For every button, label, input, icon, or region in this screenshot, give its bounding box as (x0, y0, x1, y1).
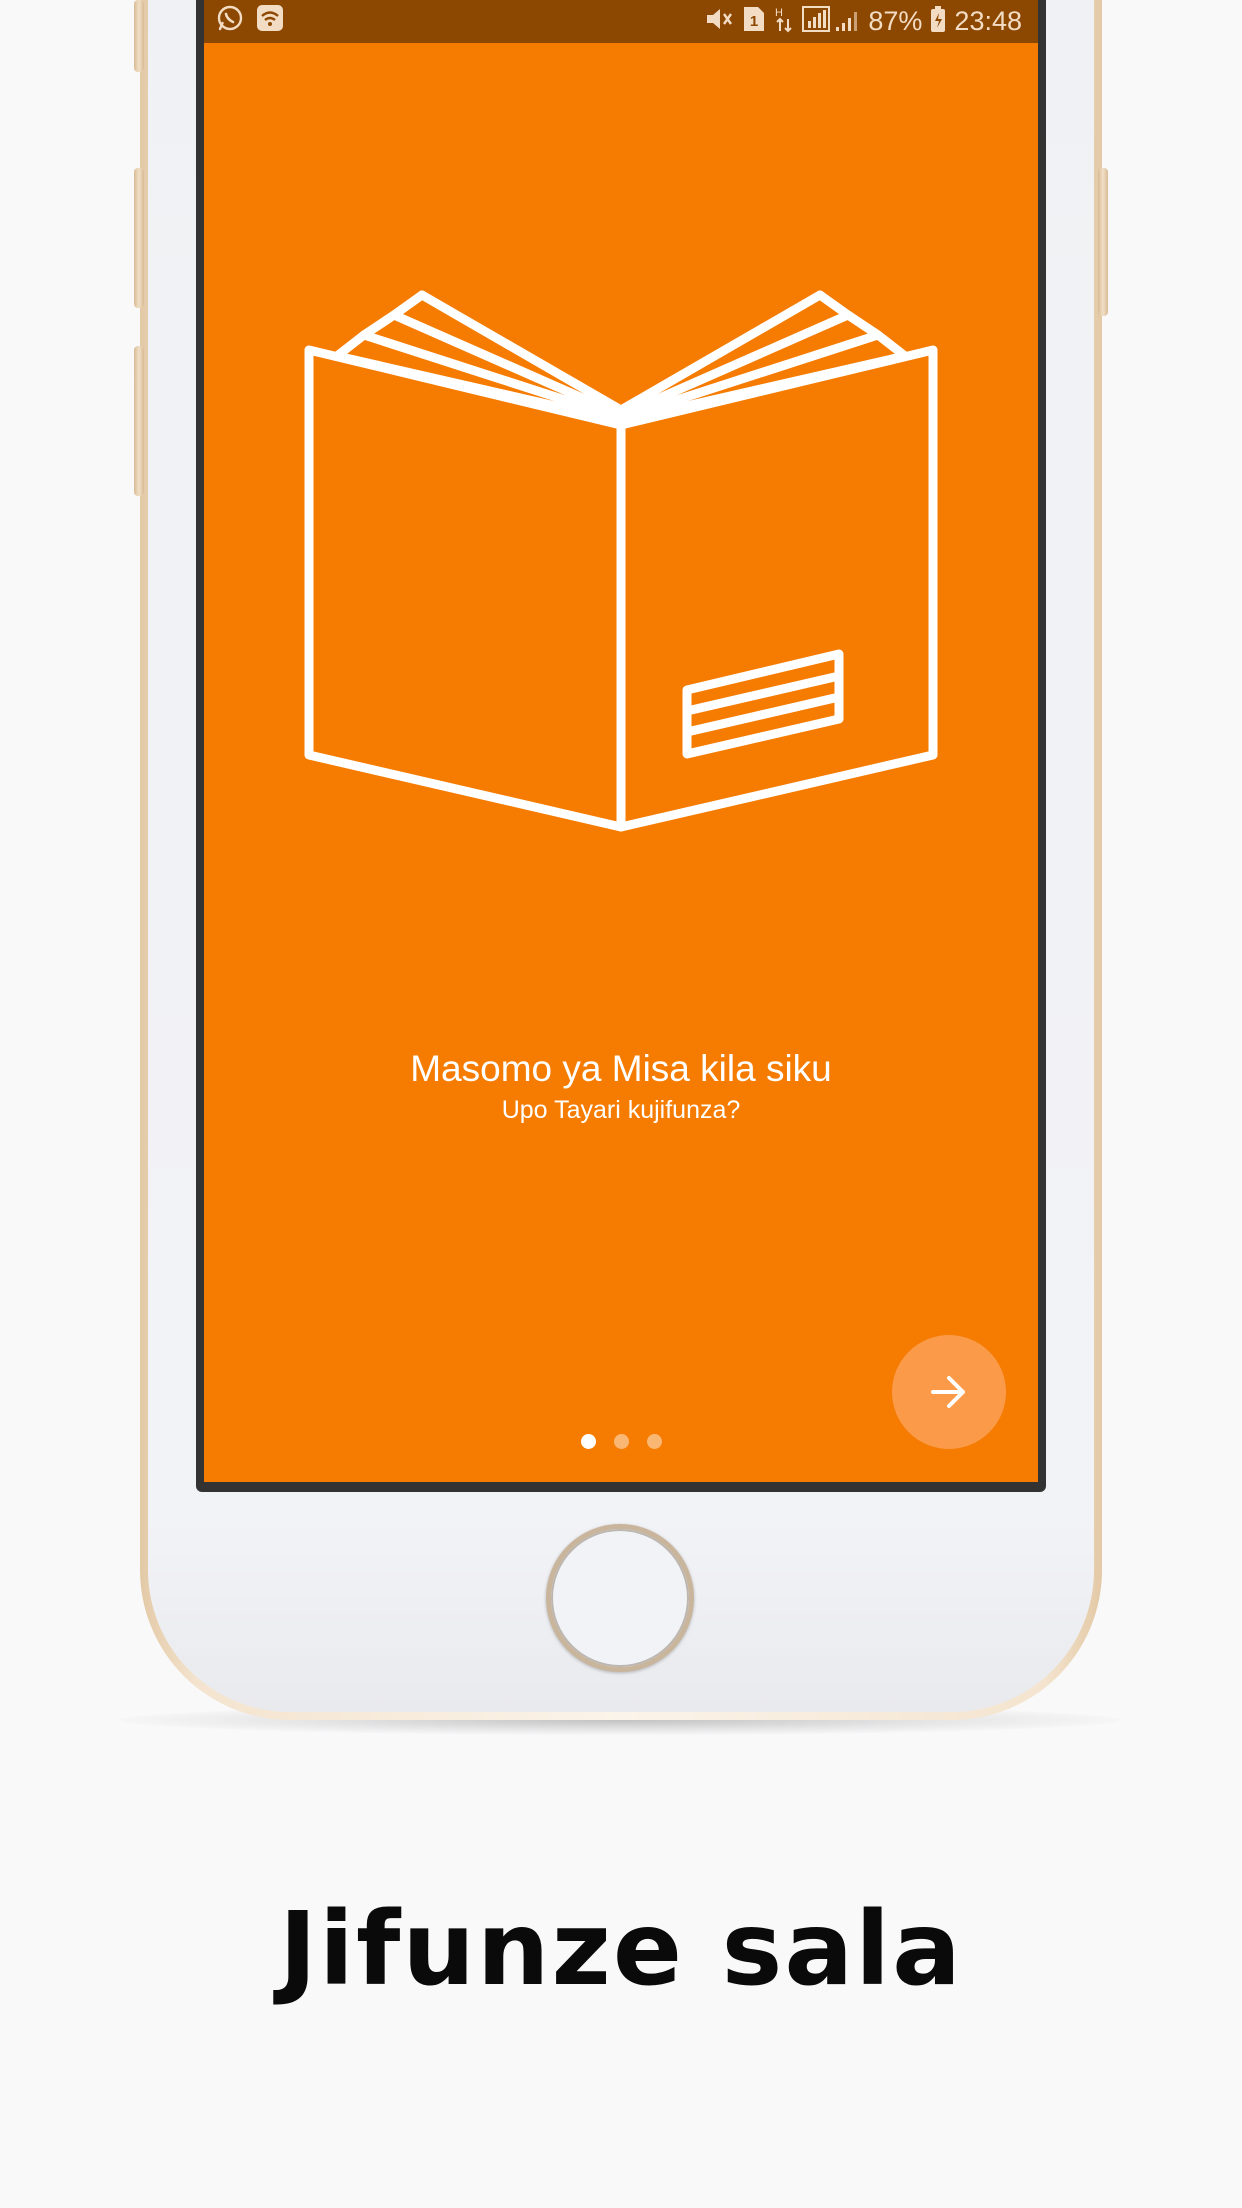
battery-percent: 87% (868, 6, 923, 36)
wifi-notification-icon (256, 4, 284, 39)
promo-caption: Jifunze sala (279, 1890, 963, 2009)
onboarding-text: Masomo ya Misa kila siku Upo Tayari kuji… (204, 1046, 1038, 1126)
onboarding-headline: Masomo ya Misa kila siku (410, 1048, 832, 1089)
whatsapp-icon (216, 4, 244, 39)
phone-volume-down-button (134, 346, 144, 496)
page-dot-2[interactable] (613, 1434, 629, 1449)
status-left (216, 4, 284, 39)
battery-charging-icon (930, 5, 946, 38)
signal-icon (802, 5, 860, 38)
phone-power-button (1098, 168, 1108, 316)
status-bar: 1 H 87% 23:48 (204, 0, 1038, 43)
svg-text:H: H (775, 7, 783, 19)
page-dot-3[interactable] (646, 1434, 662, 1449)
page-dot-1[interactable] (580, 1434, 596, 1449)
next-button[interactable] (892, 1335, 1006, 1449)
arrow-right-icon (931, 1376, 965, 1408)
mute-icon (704, 5, 734, 38)
data-arrows-icon: H (774, 5, 794, 38)
onboarding-subline: Upo Tayari kujifunza? (501, 1096, 741, 1124)
app-screen: 1 H 87% 23:48 Masomo ya Misa kila siku U… (204, 0, 1038, 1482)
phone-home-button[interactable] (546, 1524, 694, 1672)
svg-text:1: 1 (750, 13, 758, 30)
promo-canvas: 1 H 87% 23:48 Masomo ya Misa kila siku U… (0, 0, 1242, 2208)
page-indicator (204, 1434, 1038, 1449)
phone-volume-up-button (134, 168, 144, 308)
open-book-icon (304, 290, 938, 832)
sim-icon: 1 (742, 5, 766, 38)
phone-side-button (134, 0, 144, 72)
status-right: 1 H 87% 23:48 (704, 5, 1022, 38)
status-time: 23:48 (954, 6, 1022, 36)
